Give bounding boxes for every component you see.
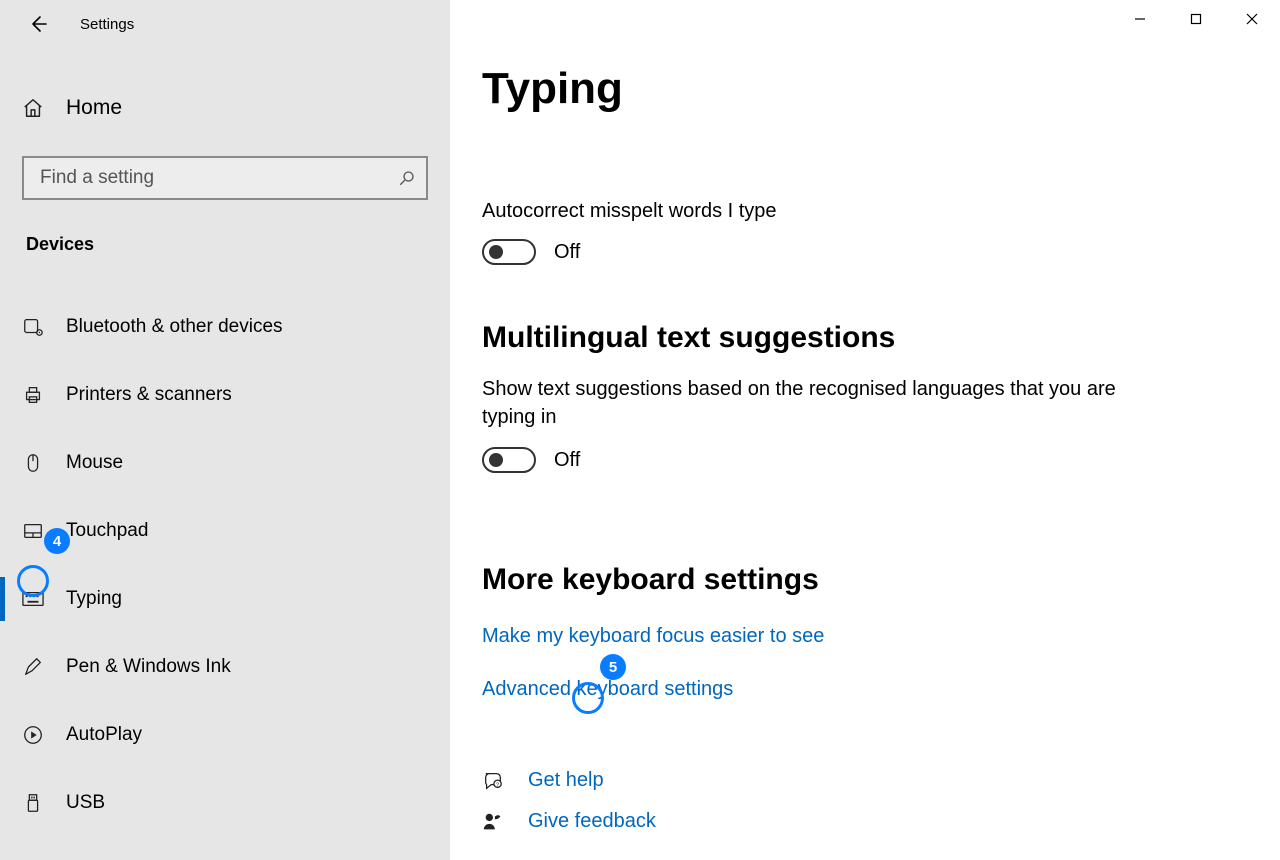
close-button[interactable] — [1224, 0, 1280, 38]
autoplay-icon — [22, 724, 48, 746]
sidebar-item-label: Bluetooth & other devices — [66, 316, 283, 338]
search-icon — [398, 169, 416, 187]
sidebar-item-printers[interactable]: Printers & scanners — [0, 361, 450, 429]
sidebar-item-autoplay[interactable]: AutoPlay — [0, 701, 450, 769]
sidebar-item-usb[interactable]: USB — [0, 769, 450, 837]
app-title: Settings — [80, 16, 134, 33]
get-help-link[interactable]: Get help — [528, 769, 604, 792]
search-input[interactable] — [38, 166, 398, 190]
sidebar-item-label: Pen & Windows Ink — [66, 656, 231, 678]
multilingual-heading: Multilingual text suggestions — [482, 321, 1280, 355]
multilingual-state: Off — [554, 449, 580, 472]
autocorrect-state: Off — [554, 241, 580, 264]
keyboard-icon — [22, 591, 48, 607]
autocorrect-label: Autocorrect misspelt words I type — [482, 200, 1280, 223]
category-label: Devices — [26, 234, 450, 255]
link-keyboard-focus[interactable]: Make my keyboard focus easier to see — [482, 625, 824, 648]
svg-text:?: ? — [496, 782, 499, 788]
autocorrect-toggle[interactable] — [482, 239, 536, 265]
sidebar-item-typing[interactable]: Typing — [0, 565, 450, 633]
bluetooth-icon — [22, 316, 48, 338]
feedback-icon — [482, 811, 512, 833]
sidebar-item-mouse[interactable]: Mouse — [0, 429, 450, 497]
home-icon — [22, 97, 48, 119]
printer-icon — [22, 384, 48, 406]
link-advanced-keyboard[interactable]: Advanced keyboard settings — [482, 678, 733, 701]
home-label: Home — [66, 96, 122, 120]
sidebar: Settings Home Devices Bluetooth & oth — [0, 0, 450, 860]
maximize-button[interactable] — [1168, 0, 1224, 38]
mouse-icon — [22, 452, 48, 474]
sidebar-item-label: Mouse — [66, 452, 123, 474]
sidebar-home[interactable]: Home — [0, 78, 450, 138]
multilingual-toggle[interactable] — [482, 447, 536, 473]
multilingual-desc: Show text suggestions based on the recog… — [482, 375, 1122, 431]
page-title: Typing — [482, 64, 1280, 114]
touchpad-icon — [22, 520, 48, 542]
sidebar-item-label: AutoPlay — [66, 724, 142, 746]
sidebar-item-label: Printers & scanners — [66, 384, 232, 406]
sidebar-item-pen[interactable]: Pen & Windows Ink — [0, 633, 450, 701]
help-icon: ? — [482, 770, 512, 792]
pen-icon — [22, 656, 48, 678]
search-box[interactable] — [22, 156, 428, 200]
sidebar-item-label: USB — [66, 792, 105, 814]
usb-icon — [22, 792, 48, 814]
give-feedback-link[interactable]: Give feedback — [528, 810, 656, 833]
sidebar-item-touchpad[interactable]: Touchpad — [0, 497, 450, 565]
sidebar-item-bluetooth[interactable]: Bluetooth & other devices — [0, 293, 450, 361]
sidebar-nav: Bluetooth & other devices Printers & sca… — [0, 293, 450, 837]
content-area: Typing Autocorrect misspelt words I type… — [450, 0, 1280, 860]
window-controls — [1112, 0, 1280, 38]
minimize-button[interactable] — [1112, 0, 1168, 38]
more-heading: More keyboard settings — [482, 563, 1280, 597]
sidebar-item-label: Touchpad — [66, 520, 148, 542]
back-button[interactable] — [20, 6, 56, 42]
sidebar-item-label: Typing — [66, 588, 122, 610]
